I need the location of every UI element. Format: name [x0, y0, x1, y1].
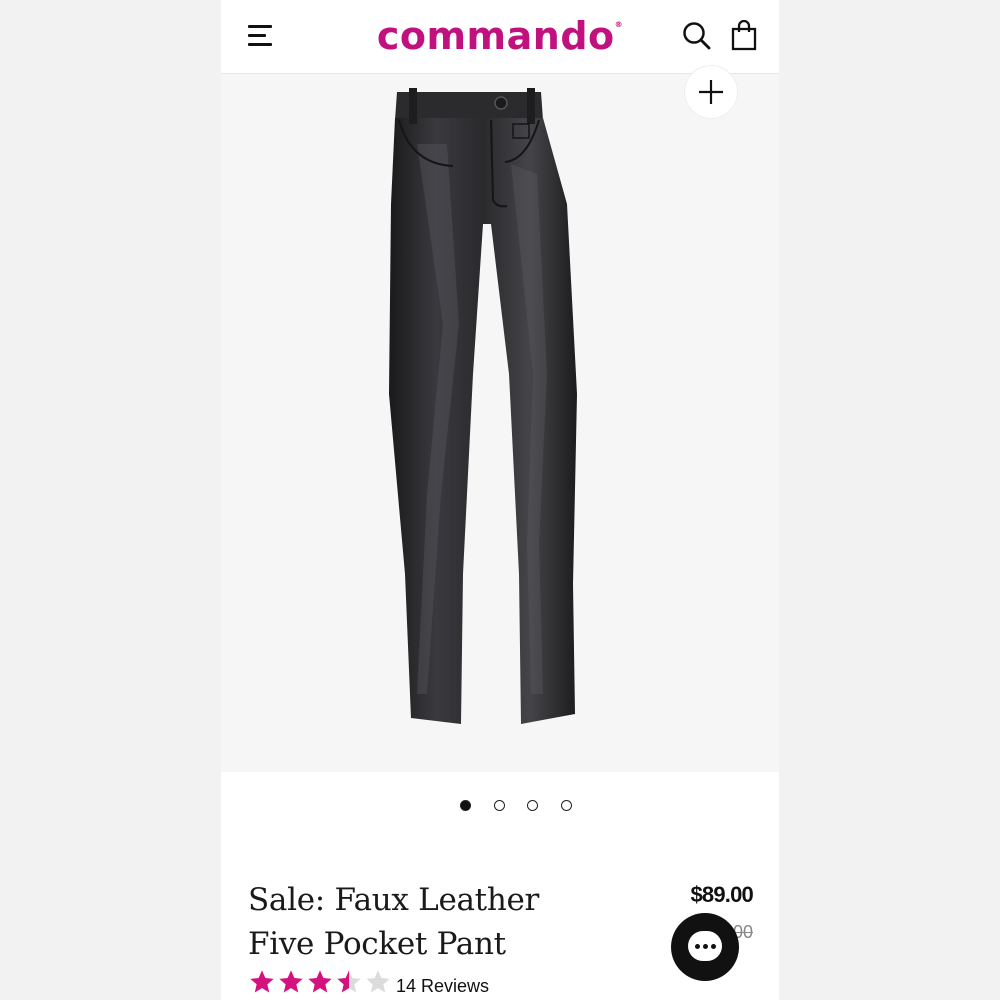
pant-body	[389, 118, 577, 724]
shopping-bag-button[interactable]	[729, 19, 761, 52]
star-icon	[308, 970, 332, 993]
belt-loop	[527, 88, 535, 124]
chat-dot	[703, 944, 708, 949]
star-icon	[279, 970, 303, 993]
search-button[interactable]	[681, 20, 713, 52]
search-icon	[683, 22, 711, 50]
site-header: commando®	[221, 0, 779, 74]
pant-waistband	[395, 92, 543, 120]
chat-dot	[711, 944, 716, 949]
star-icon	[250, 970, 274, 993]
belt-loop	[409, 88, 417, 124]
product-image	[389, 88, 577, 724]
product-price: $89.00	[690, 882, 754, 907]
product-title: Sale: Faux Leather Five Pocket Pant	[248, 882, 540, 962]
product-rating[interactable]: 14 Reviews	[248, 968, 508, 998]
pant-button	[494, 96, 508, 110]
product-page: commando® Sale: Faux Leather Five Pocket…	[221, 0, 779, 1000]
gallery-dot-3[interactable]	[527, 800, 538, 811]
chat-button[interactable]	[671, 913, 739, 981]
product-image-gallery[interactable]	[221, 66, 779, 772]
shopping-bag-icon	[731, 19, 757, 51]
gallery-dot-4[interactable]	[561, 800, 572, 811]
gallery-dot-2[interactable]	[494, 800, 505, 811]
empty-star-icon	[366, 970, 390, 993]
registered-mark: ®	[614, 20, 624, 29]
chat-bubble-icon	[688, 931, 722, 961]
brand-name: commando	[376, 14, 615, 58]
zoom-button[interactable]	[685, 66, 737, 118]
review-count-link[interactable]: 14 Reviews	[396, 976, 489, 997]
plus-icon	[699, 80, 723, 104]
gallery-dot-1[interactable]	[460, 800, 471, 811]
chat-dot	[695, 944, 700, 949]
gallery-pagination	[221, 800, 779, 814]
half-star-icon	[337, 970, 361, 993]
